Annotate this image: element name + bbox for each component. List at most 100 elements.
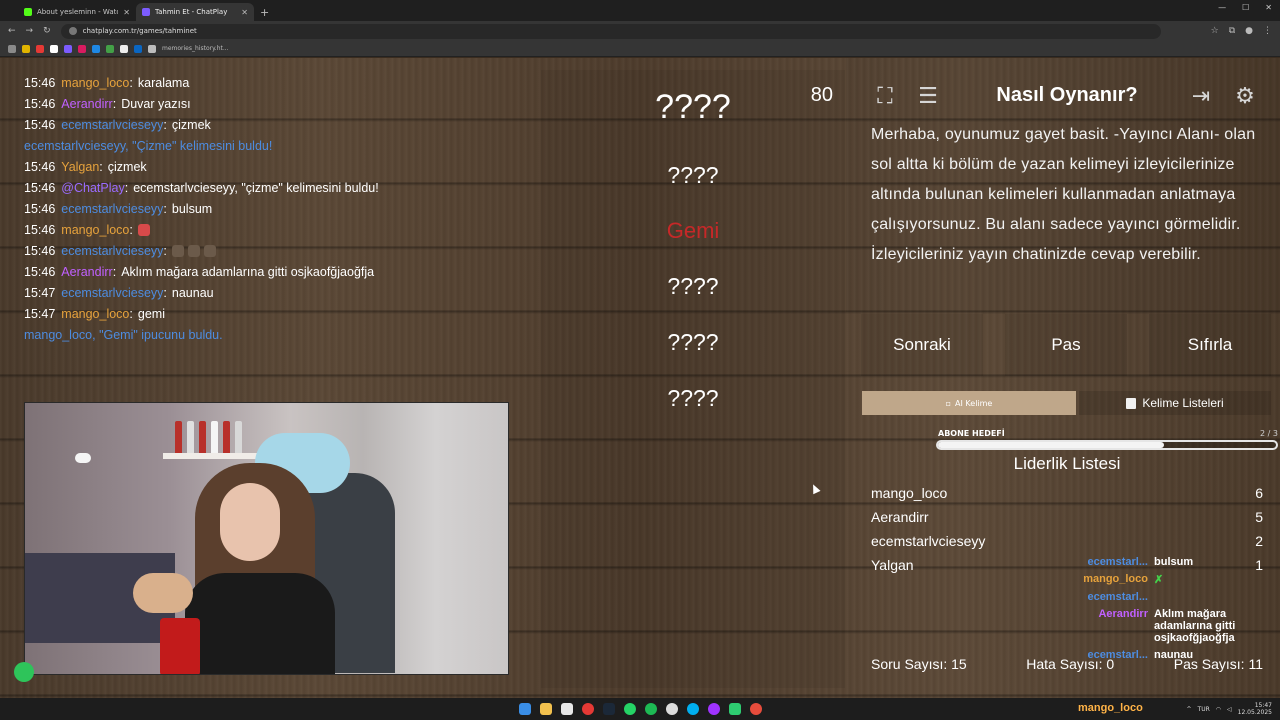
- app-icon[interactable]: [728, 703, 741, 715]
- messenger-icon[interactable]: [707, 703, 720, 715]
- overlay-chat-line: ecemstarl...: [1072, 591, 1280, 603]
- overlay-chat: ecemstarl... bulsum mango_loco ✗ ecemsta…: [1072, 556, 1280, 696]
- chat-system-line: mango_loco, "Gemi" ipucunu buldu.: [8, 324, 526, 345]
- bookmark-icon[interactable]: [120, 44, 128, 53]
- taskbar: mango_loco ^ TUR ◠ ◁ 15:47 12.05.2025: [0, 698, 1280, 720]
- whatsapp-icon[interactable]: [623, 703, 636, 715]
- system-tray: ^ TUR ◠ ◁ 15:47 12.05.2025: [1187, 702, 1273, 716]
- bookmark-icon[interactable]: [64, 44, 72, 53]
- store-icon[interactable]: [560, 703, 573, 715]
- site-info-icon[interactable]: [68, 27, 77, 35]
- skype-icon[interactable]: [686, 703, 699, 715]
- overlay-message: bulsum: [1154, 556, 1194, 568]
- chat-timestamp: 15:46: [24, 180, 56, 195]
- clock-date: 12.05.2025: [1237, 709, 1272, 716]
- wifi-icon[interactable]: ◠: [1216, 706, 1221, 713]
- player-name: ecemstarlvcieseyy: [871, 533, 986, 549]
- overlay-chat-username: mango_loco: [1078, 702, 1143, 714]
- chatgpt-icon[interactable]: [665, 703, 678, 715]
- new-tab-button[interactable]: +: [260, 6, 269, 21]
- streamer-face-shape: [220, 483, 280, 561]
- chat-line: 15:46 Aerandirr: Duvar yazısı: [24, 96, 191, 111]
- browser-tab-chatplay[interactable]: Tahmin Et - ChatPlay ✕: [136, 3, 254, 21]
- chrome-icon[interactable]: [581, 703, 594, 715]
- forward-icon[interactable]: →: [26, 26, 34, 36]
- chat-message: "Çizme" kelimesini buldu!: [132, 138, 273, 153]
- status-indicator-icon: [14, 662, 34, 682]
- steam-icon[interactable]: [602, 703, 615, 715]
- spotify-icon[interactable]: [644, 703, 657, 715]
- bookmark-label[interactable]: memories_history.ht...: [162, 45, 229, 52]
- bookmark-icon[interactable]: [78, 44, 86, 53]
- clock[interactable]: 15:47 12.05.2025: [1238, 702, 1272, 716]
- close-window-icon[interactable]: ✕: [1265, 3, 1272, 12]
- bookmark-icon[interactable]: [36, 44, 44, 53]
- settings-icon[interactable]: ⚙: [1230, 82, 1260, 110]
- tab-ai-word[interactable]: ▫ AI Kelime: [862, 391, 1076, 415]
- chat-username: ecemstarlvcieseyy: [61, 201, 164, 216]
- bookmark-icon[interactable]: [106, 44, 114, 53]
- player-name: mango_loco: [871, 485, 948, 501]
- chat-timestamp: 15:46: [24, 75, 56, 90]
- profile-icon[interactable]: ●: [1245, 26, 1253, 36]
- back-icon[interactable]: ←: [8, 26, 16, 36]
- tab-lists-label: Kelime Listeleri: [1142, 396, 1224, 410]
- bookmark-icon[interactable]: [8, 44, 16, 53]
- browser-tab-bar: About yesleminn - Watch Live o ✕ Tahmin …: [0, 0, 1280, 21]
- chat-username: mango_loco: [61, 222, 130, 237]
- forbidden-word-found: Gemi: [666, 218, 720, 243]
- start-icon[interactable]: [518, 703, 531, 715]
- tab-ai-label: AI Kelime: [955, 398, 993, 408]
- window-controls: — ☐ ✕: [1218, 3, 1272, 12]
- chat-line: 15:46 mango_loco:: [8, 219, 526, 240]
- url-input[interactable]: chatplay.com.tr/games/tahminet: [60, 23, 1161, 39]
- close-tab-icon[interactable]: ✕: [241, 8, 248, 17]
- reset-button[interactable]: Sıfırla: [1149, 314, 1271, 376]
- overlay-message: Aklım mağara adamlarına gitti osjkaofğja…: [1154, 608, 1236, 644]
- minimize-icon[interactable]: —: [1218, 3, 1226, 12]
- next-button[interactable]: Sonraki: [861, 314, 983, 376]
- streamer-hand-shape: [133, 573, 193, 613]
- chat-line: 15:46 Yalgan: çizmek: [24, 159, 147, 174]
- pass-button[interactable]: Pas: [1005, 314, 1127, 376]
- player-score: 6: [1255, 485, 1263, 501]
- bookmarks-bar: memories_history.ht...: [0, 41, 1280, 57]
- forbidden-word: ????: [667, 273, 719, 299]
- chat-username: mango_loco,: [24, 327, 96, 342]
- bookmark-icon[interactable]: [134, 44, 142, 53]
- bookmark-icon[interactable]: [92, 44, 100, 53]
- chat-timestamp: 15:47: [24, 285, 56, 300]
- volume-icon[interactable]: ◁: [1227, 706, 1232, 713]
- bookmark-icon[interactable]: [22, 44, 30, 53]
- close-tab-icon[interactable]: ✕: [123, 8, 130, 17]
- overlay-username: Aerandirr: [1098, 608, 1148, 620]
- bookmark-icon[interactable]: [50, 44, 58, 53]
- menu-icon[interactable]: ⋮: [1263, 26, 1272, 36]
- sub-goal-label: ABONE HEDEFİ: [938, 429, 1005, 438]
- bookmark-icon[interactable]: [148, 44, 156, 53]
- exit-icon[interactable]: ⇥: [1186, 82, 1216, 110]
- list-icon: [1126, 397, 1137, 409]
- chatplay-favicon-icon: [142, 8, 150, 16]
- chat-username: mango_loco: [61, 75, 130, 90]
- overlay-chat-line: ecemstarl... bulsum: [1072, 556, 1280, 568]
- tab-word-lists[interactable]: Kelime Listeleri: [1079, 391, 1271, 415]
- emote-icon: [137, 223, 150, 236]
- maximize-icon[interactable]: ☐: [1242, 3, 1249, 12]
- browser-tab-kick[interactable]: About yesleminn - Watch Live o ✕: [18, 3, 136, 21]
- chat-message: çizmek: [171, 117, 211, 132]
- reload-icon[interactable]: ↻: [43, 26, 51, 36]
- file-explorer-icon[interactable]: [539, 703, 552, 715]
- chat-panel: 15:46 mango_loco: karalama 15:46 Aerandi…: [8, 72, 526, 362]
- chat-line: 15:47 ecemstarlvcieseyy: naunau: [24, 285, 214, 300]
- tray-arrow-icon[interactable]: ^: [1187, 706, 1192, 713]
- star-icon[interactable]: ☆: [1211, 26, 1219, 36]
- lamp-shape: [75, 453, 91, 463]
- chat-username: @ChatPlay: [61, 180, 125, 195]
- game-page: 15:46 mango_loco: karalama 15:46 Aerandi…: [0, 58, 1280, 698]
- extensions-icon[interactable]: ⧉: [1229, 26, 1235, 36]
- chat-system-line: ecemstarlvcieseyy, "Çizme" kelimesini bu…: [8, 135, 526, 156]
- app-icon[interactable]: [749, 703, 762, 715]
- language-indicator[interactable]: TUR: [1198, 706, 1210, 713]
- chat-message: çizmek: [107, 159, 147, 174]
